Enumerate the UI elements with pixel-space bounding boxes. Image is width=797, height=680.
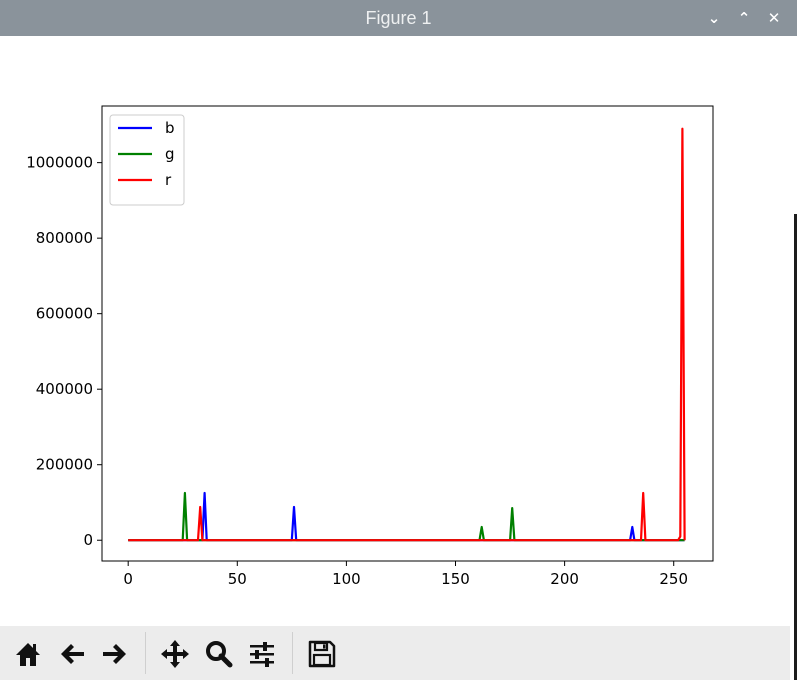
x-tick-label: 250 (659, 570, 688, 588)
window-titlebar[interactable]: Figure 1 ⌄ ⌃ ✕ (0, 0, 797, 36)
window-title: Figure 1 (365, 8, 432, 28)
minimize-icon[interactable]: ⌄ (702, 5, 726, 31)
legend-label-g: g (165, 145, 175, 163)
home-button[interactable] (11, 637, 45, 671)
x-tick-label: 100 (332, 570, 361, 588)
save-button[interactable] (305, 637, 339, 671)
plot-area (102, 106, 713, 561)
forward-button[interactable] (98, 637, 132, 671)
back-button[interactable] (55, 637, 89, 671)
maximize-icon[interactable]: ⌃ (732, 5, 756, 31)
magnifier-icon (206, 641, 233, 668)
home-icon (16, 643, 40, 666)
toolbar-separator (145, 632, 146, 674)
x-tick-label: 150 (441, 570, 470, 588)
x-tick-label: 0 (123, 570, 133, 588)
move-icon (161, 640, 189, 668)
close-icon[interactable]: ✕ (762, 5, 786, 31)
x-tick-label: 200 (550, 570, 579, 588)
pan-button[interactable] (158, 637, 192, 671)
floppy-disk-icon (308, 640, 336, 668)
y-tick-label: 400000 (36, 380, 93, 398)
y-tick-label: 600000 (36, 305, 93, 323)
arrow-right-icon (103, 644, 126, 664)
window-edge (790, 36, 797, 680)
legend-label-r: r (165, 171, 172, 189)
figure-canvas[interactable]: 0 50 100 150 200 250 0 200000 400000 600000 800000… (0, 36, 790, 626)
line-chart: 0 50 100 150 200 250 0 200000 400000 600000 800000… (26, 105, 714, 588)
configure-subplots-button[interactable] (245, 637, 279, 671)
y-tick-label: 0 (83, 531, 93, 549)
y-tick-label: 200000 (36, 456, 93, 474)
zoom-button[interactable] (202, 637, 236, 671)
arrow-left-icon (61, 644, 84, 664)
toolbar-separator (292, 632, 293, 674)
y-tick-label: 800000 (36, 229, 93, 247)
x-tick-label: 50 (228, 570, 247, 588)
sliders-icon (250, 642, 274, 667)
legend-label-b: b (165, 119, 175, 137)
y-tick-label: 1000000 (26, 154, 93, 172)
